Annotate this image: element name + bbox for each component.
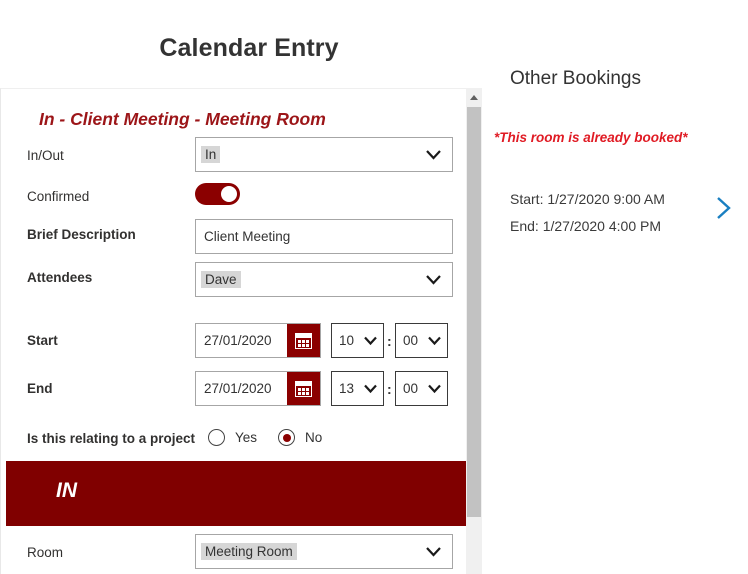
end-minute-select[interactable]: 00 [395,371,448,406]
chevron-down-icon [427,333,442,348]
room-value: Meeting Room [201,543,297,560]
description-input[interactable]: Client Meeting [195,219,453,254]
chevron-right-icon[interactable] [714,195,734,221]
room-booked-warning: *This room is already booked* [494,130,688,145]
chevron-down-icon [427,381,442,396]
end-hour-value: 13 [339,381,355,396]
calendar-entry-dialog: Calendar Entry In - Client Meeting - Mee… [0,0,748,574]
end-minute-value: 00 [403,381,419,396]
in-banner: IN [6,461,467,526]
radio-yes[interactable] [208,429,225,446]
end-date-input[interactable]: 27/01/2020 [195,371,321,406]
calendar-entry-form-panel: In - Client Meeting - Meeting Room In/Ou… [0,88,472,574]
entry-summary-heading: In - Client Meeting - Meeting Room [39,109,326,129]
start-date-value: 27/01/2020 [204,333,272,348]
attendees-label: Attendees [27,270,93,285]
booking-end: End: 1/27/2020 4:00 PM [510,218,661,234]
end-label: End [27,381,53,396]
start-hour-value: 10 [339,333,355,348]
start-label: Start [27,333,58,348]
description-label: Brief Description [27,227,136,242]
chevron-down-icon [363,333,378,348]
calendar-icon[interactable] [287,324,320,357]
end-date-value: 27/01/2020 [204,381,272,396]
start-minute-value: 00 [403,333,419,348]
scrollbar-thumb[interactable] [467,107,481,517]
booking-start: Start: 1/27/2020 9:00 AM [510,191,665,207]
radio-yes-label: Yes [235,430,258,445]
radio-no-label: No [305,430,323,445]
inout-select[interactable]: In [195,137,453,172]
scroll-up-arrow-icon[interactable] [466,88,482,105]
attendees-select[interactable]: Dave [195,262,453,297]
calendar-icon[interactable] [287,372,320,405]
in-banner-text: IN [56,479,77,502]
start-hour-select[interactable]: 10 [331,323,384,358]
attendees-value: Dave [201,271,241,288]
other-bookings-title: Other Bookings [510,68,641,89]
end-time-separator: : [387,381,392,397]
confirmed-label: Confirmed [27,189,90,204]
radio-no[interactable] [278,429,295,446]
page-title: Calendar Entry [159,34,339,62]
calendar-icon-days [297,387,309,395]
calendar-icon-glyph [295,380,312,397]
project-option-yes[interactable]: Yes [208,429,257,446]
room-select[interactable]: Meeting Room [195,534,453,569]
inout-value: In [201,146,221,163]
project-question-label: Is this relating to a project [27,431,196,446]
chevron-down-icon [425,543,442,560]
project-option-no[interactable]: No [278,429,322,446]
form-scrollbar[interactable] [466,88,482,574]
confirmed-toggle[interactable] [195,183,240,205]
chevron-down-icon [425,271,442,288]
start-date-input[interactable]: 27/01/2020 [195,323,321,358]
form-content: In - Client Meeting - Meeting Room In/Ou… [1,89,467,574]
booking-list-item: Start: 1/27/2020 9:00 AM End: 1/27/2020 … [510,186,710,240]
chevron-down-icon [363,381,378,396]
other-bookings-panel: Other Bookings *This room is already boo… [482,0,748,574]
description-value: Client Meeting [204,229,291,244]
chevron-down-icon [425,146,442,163]
inout-label: In/Out [27,148,64,163]
end-hour-select[interactable]: 13 [331,371,384,406]
start-minute-select[interactable]: 00 [395,323,448,358]
calendar-icon-days [297,339,309,347]
toggle-knob [221,186,237,202]
scroll-up-arrow-glyph [470,95,478,100]
room-label: Room [27,545,64,560]
start-time-separator: : [387,333,392,349]
calendar-icon-glyph [295,332,312,349]
